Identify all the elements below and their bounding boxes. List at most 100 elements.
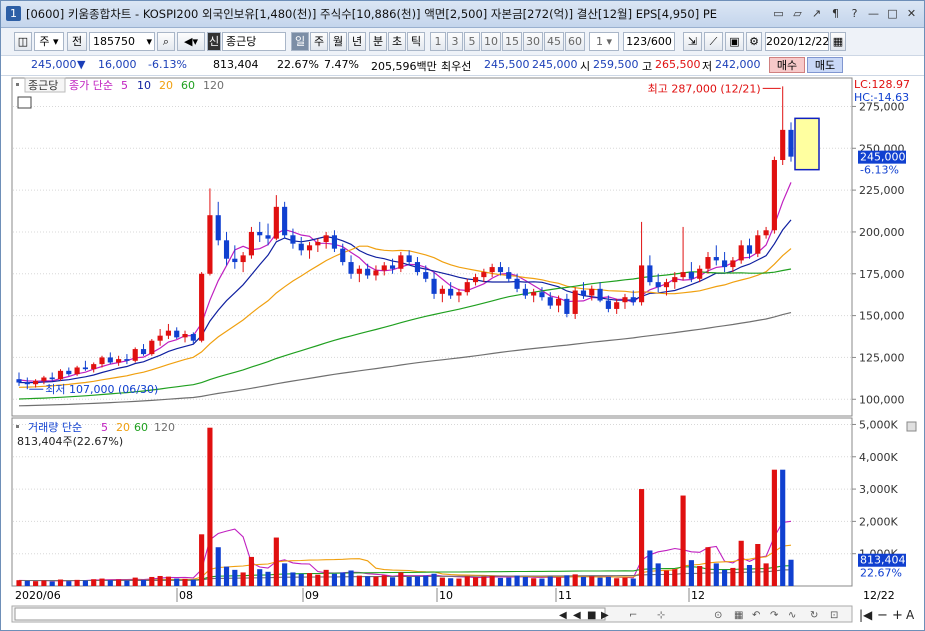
save-icon[interactable]: ▣	[725, 32, 744, 51]
volume-bar	[190, 579, 196, 586]
chart-layout-icon[interactable]: ◫	[14, 32, 32, 51]
crosshair-tool-icon[interactable]: ⊹	[657, 610, 665, 621]
refresh-icon[interactable]: ↻	[810, 610, 818, 621]
volume-bar	[306, 573, 313, 586]
candle-body	[580, 290, 587, 296]
search-icon[interactable]: ⌕	[157, 32, 175, 51]
scroll-thumb[interactable]	[14, 607, 606, 621]
volume-bar	[614, 578, 620, 586]
redo-icon[interactable]: ↷	[770, 610, 779, 621]
grid-tool-icon[interactable]: ▦	[734, 610, 743, 621]
volume-bar	[149, 576, 155, 586]
chevron-down-icon[interactable]: ▾	[146, 33, 152, 50]
best-ask: 245,500	[484, 58, 530, 71]
pin-icon[interactable]: ¶	[827, 5, 844, 22]
vol-ma-legend-60: 60	[134, 421, 148, 434]
zoom-out-icon[interactable]: −	[877, 608, 888, 623]
zoom-in-plus-icon[interactable]: +	[892, 608, 903, 623]
minute-15-button[interactable]: 15	[502, 32, 522, 51]
period-week-tab[interactable]: 주	[310, 32, 328, 51]
period-second-tab[interactable]: 초	[388, 32, 406, 51]
zoom-in-icon[interactable]: ⇲	[683, 32, 702, 51]
scroll-left-end-icon[interactable]: |◀	[859, 608, 873, 622]
buy-button[interactable]: 매수	[769, 57, 805, 73]
candle-body	[605, 300, 611, 309]
title-buttons: ▭ ▱ ↗ ¶ ? — □ ✕	[770, 5, 920, 22]
ma-legend-5: 5	[121, 79, 128, 92]
price-tick-label: 150,000	[859, 310, 905, 323]
candle-body	[331, 235, 338, 249]
minute-30-button[interactable]: 30	[523, 32, 543, 51]
period-month-tab[interactable]: 월	[329, 32, 347, 51]
undo-icon[interactable]: ↶	[752, 610, 760, 621]
vol-ma-legend-120: 120	[154, 421, 175, 434]
period-year-tab[interactable]: 년	[348, 32, 366, 51]
stock-code-input[interactable]: 185750 ▾	[89, 32, 155, 51]
wave-tool-icon[interactable]: ∿	[788, 610, 796, 621]
candle-body	[672, 277, 678, 283]
maximize-icon[interactable]: □	[884, 5, 901, 22]
volume-bar	[49, 581, 55, 586]
volume-bar	[771, 469, 777, 586]
minute-10-button[interactable]: 10	[481, 32, 501, 51]
candle-body	[215, 215, 221, 241]
date-input[interactable]: 2020/12/22	[765, 32, 829, 51]
volume-bar	[547, 576, 553, 586]
cursor-tool-icon[interactable]: ⌐	[629, 610, 637, 621]
period-day-tab[interactable]: 일	[291, 32, 309, 51]
stock-name-field[interactable]: 종근당	[222, 32, 286, 51]
period-minute-tab[interactable]: 분	[369, 32, 387, 51]
copy-window-icon[interactable]: ▱	[789, 5, 806, 22]
current-bar-highlight[interactable]	[794, 117, 820, 171]
candle-body	[655, 282, 661, 288]
close-icon[interactable]: ✕	[903, 5, 920, 22]
magnifier-icon[interactable]: ⊙	[714, 610, 722, 621]
candle-body	[282, 206, 288, 236]
fit-icon[interactable]: ⊡	[830, 610, 838, 621]
candle-body	[639, 265, 645, 303]
data-count-field[interactable]: 123/600	[623, 32, 675, 51]
ma-legend-title: 종가 단순	[69, 79, 113, 92]
current-price-tag-text: 245,000	[860, 151, 906, 164]
minute-5-button[interactable]: 5	[464, 32, 480, 51]
share-icon[interactable]: ↗	[808, 5, 825, 22]
help-icon[interactable]: ?	[846, 5, 863, 22]
calendar-icon[interactable]: ▦	[830, 32, 846, 51]
play-forward-icon[interactable]: ▶	[601, 610, 609, 621]
link-window-icon[interactable]: ▭	[770, 5, 787, 22]
zoom-all-icon[interactable]: A	[906, 608, 915, 622]
scroll-left-icon[interactable]: ◀	[559, 610, 567, 621]
sell-button[interactable]: 매도	[807, 57, 843, 73]
play-back-icon[interactable]: ◀	[573, 610, 581, 621]
calculator-icon[interactable]	[17, 96, 32, 109]
candle-body	[722, 260, 728, 268]
minute-1-button[interactable]: 1	[430, 32, 446, 51]
minute-45-button[interactable]: 45	[544, 32, 564, 51]
volume-bar	[622, 577, 628, 586]
count-select[interactable]: 1 ▾	[589, 32, 619, 51]
title-bar[interactable]: 1 [0600] 키움종합차트 - KOSPI200 외국인보유[1,480(천…	[1, 1, 924, 28]
stop-icon[interactable]: ■	[587, 610, 596, 621]
volume-bar	[639, 489, 645, 586]
line-tool-icon[interactable]: ⟋	[704, 32, 723, 51]
settings-gear-icon[interactable]: ⚙	[746, 32, 762, 51]
volume-bar	[315, 574, 321, 586]
minute-3-button[interactable]: 3	[447, 32, 463, 51]
period-tick-tab[interactable]: 틱	[407, 32, 425, 51]
volume-tick-label: 3,000K	[859, 483, 898, 496]
volume-bar	[257, 569, 263, 586]
volume-bar	[265, 571, 271, 586]
chart-area[interactable]: 275,000250,000225,000200,000175,000150,0…	[1, 76, 924, 630]
minute-60-button[interactable]: 60	[565, 32, 585, 51]
volume-tick-label: 5,000K	[859, 418, 898, 431]
volume-bar	[456, 578, 462, 586]
period-select[interactable]: 주 ▾	[34, 32, 64, 51]
sound-icon[interactable]: ◀▾	[177, 32, 205, 51]
open-label: 시	[580, 60, 591, 73]
date-label-12-22: 12/22	[863, 589, 895, 602]
panel-collapse-icon[interactable]	[906, 421, 917, 432]
minimize-icon[interactable]: —	[865, 5, 882, 22]
candle-body	[165, 330, 171, 336]
candle-body	[265, 235, 271, 239]
prev-button[interactable]: 전	[67, 32, 87, 51]
